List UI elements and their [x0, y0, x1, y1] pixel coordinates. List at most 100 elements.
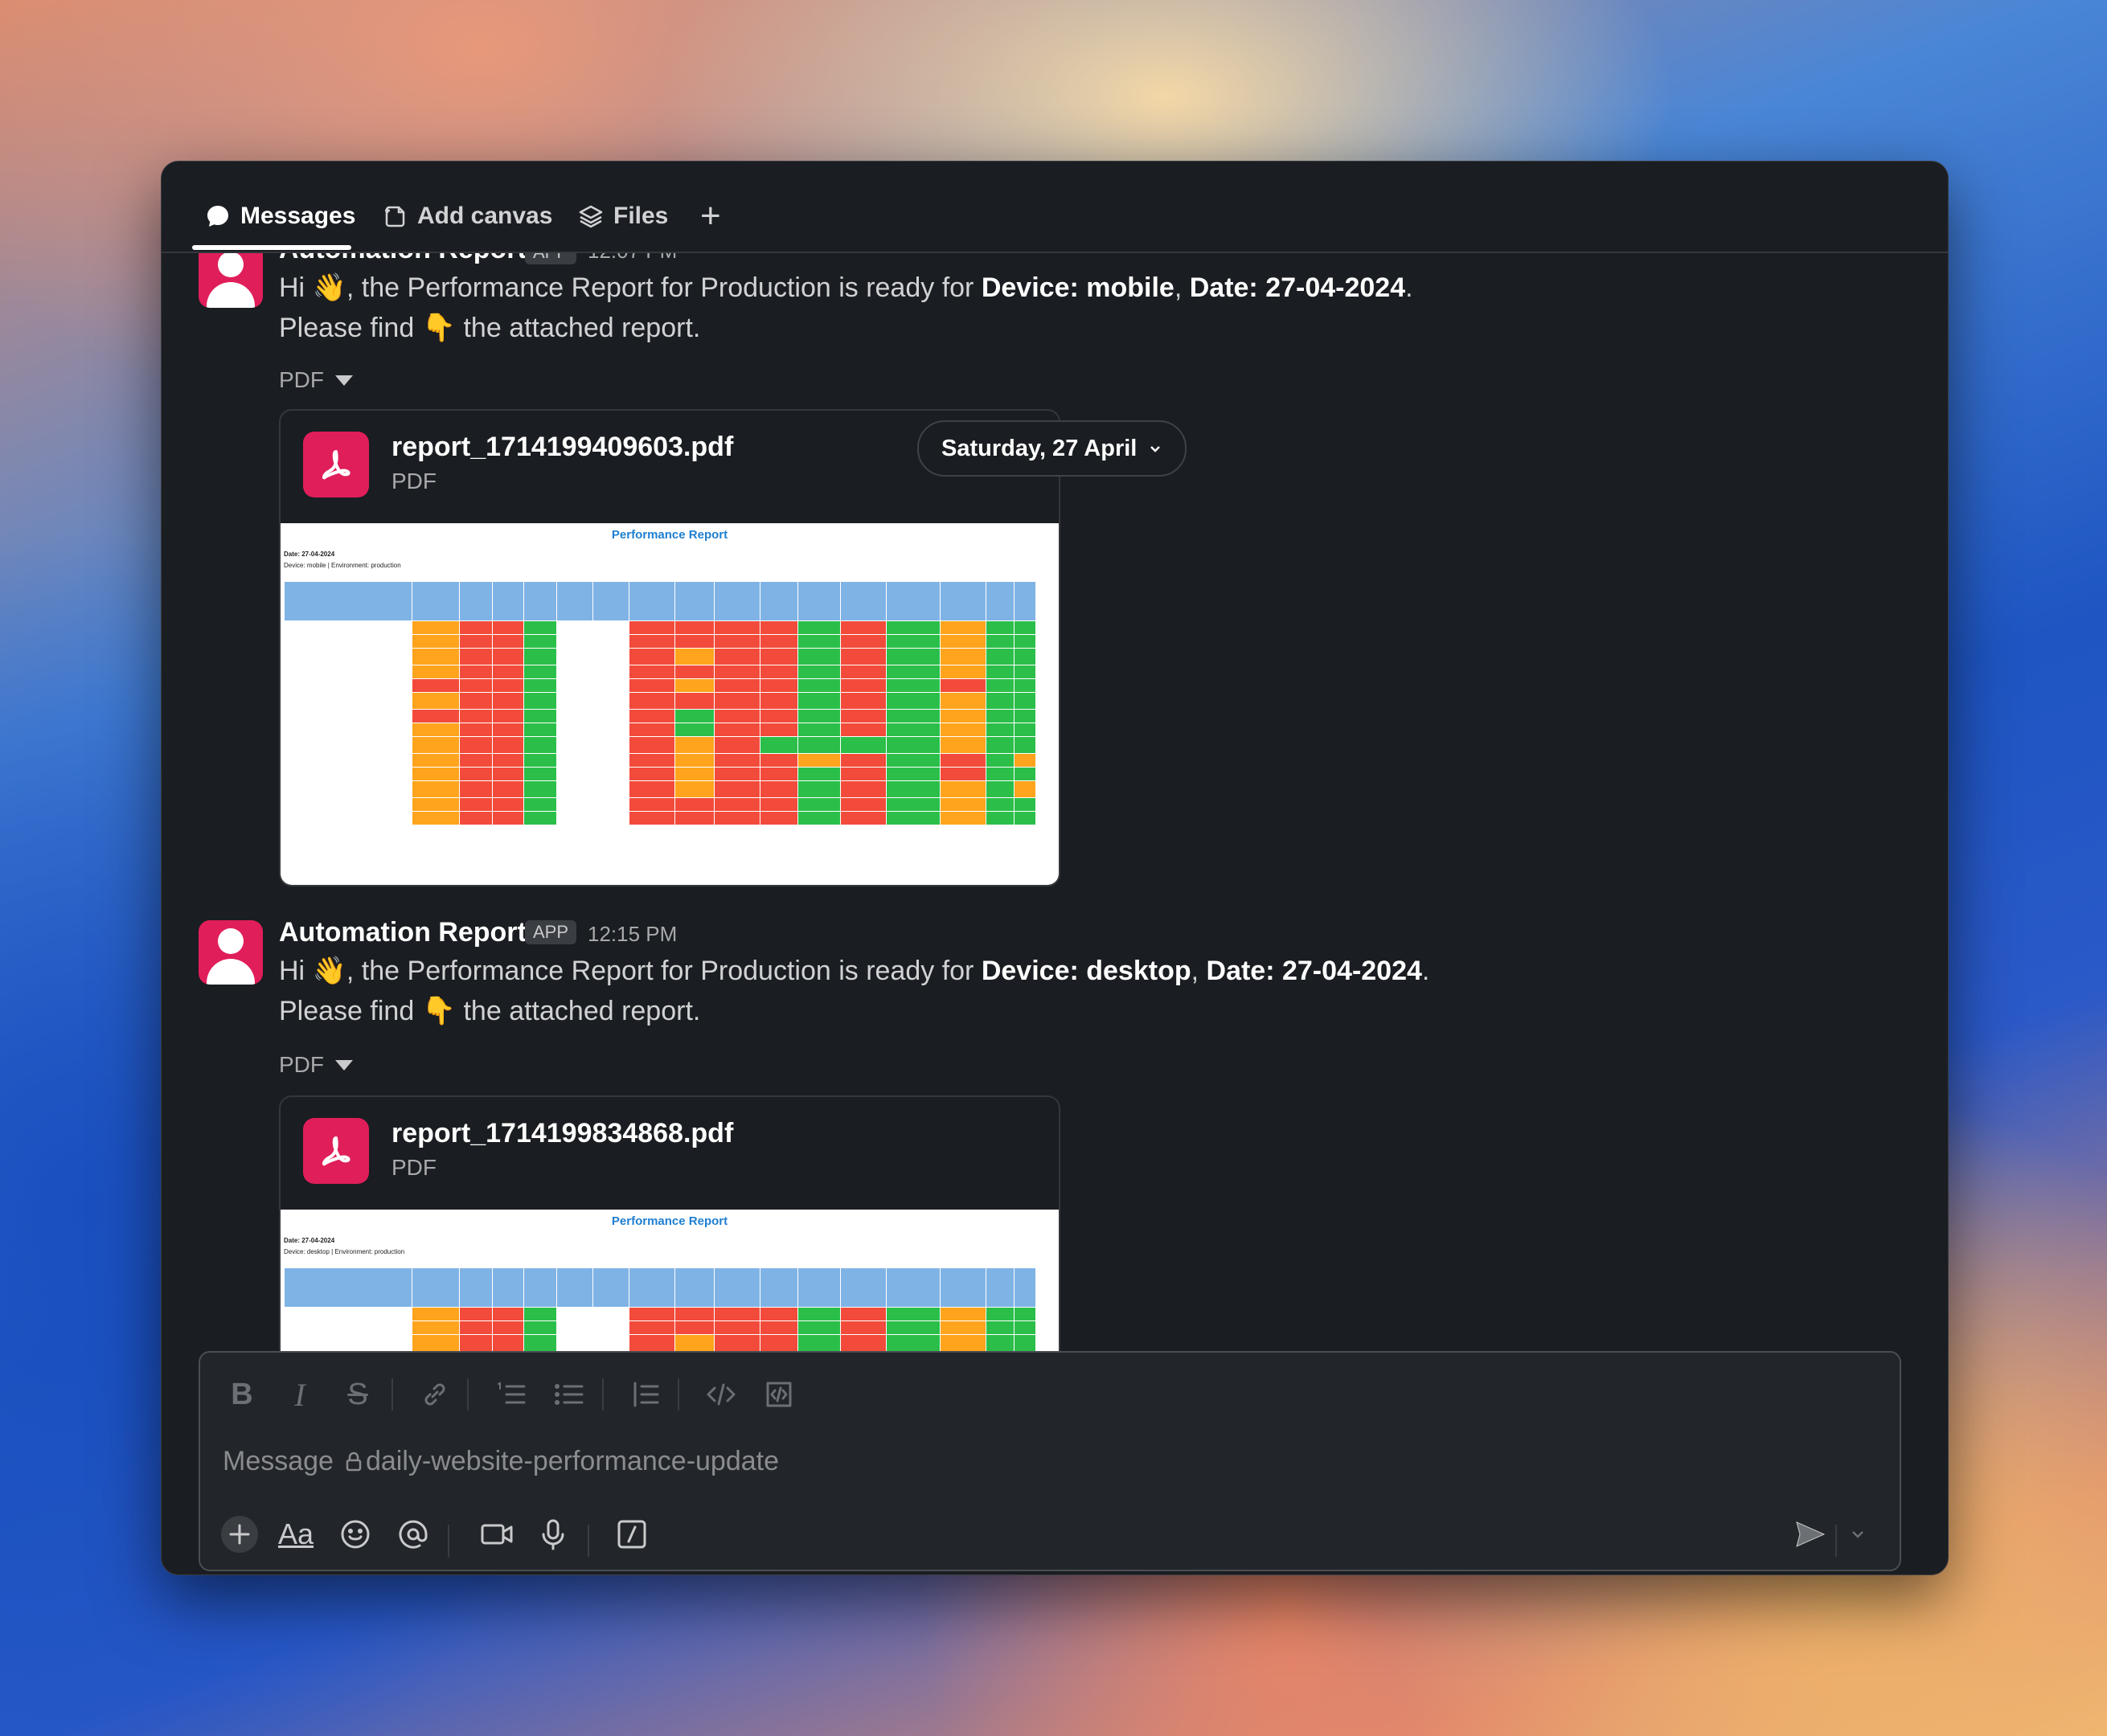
device-label: Device: mobile: [981, 272, 1174, 303]
attach-button[interactable]: [216, 1510, 263, 1558]
channel-name: daily-website-performance-update: [365, 1446, 780, 1476]
message-composer: B I S Message daily-website-performance-…: [199, 1351, 1901, 1571]
avatar[interactable]: [199, 252, 263, 308]
italic-icon: I: [294, 1376, 305, 1413]
bold-icon: B: [231, 1377, 253, 1411]
strikethrough-icon: S: [347, 1377, 368, 1411]
wave-emoji-icon: 👋: [312, 956, 346, 986]
date-label: Date: 27-04-2024: [1206, 956, 1422, 986]
date-label: Date: 27-04-2024: [1189, 272, 1406, 303]
ordered-list-button[interactable]: [488, 1372, 533, 1417]
video-clip-button[interactable]: [473, 1510, 520, 1558]
code-button[interactable]: [699, 1372, 744, 1417]
chevron-down-icon: [1852, 1531, 1863, 1538]
plus-circle-icon: [221, 1516, 258, 1553]
file-header: report_1714199834868.pdf PDF: [281, 1097, 1059, 1210]
file-type: PDF: [391, 1155, 437, 1180]
divider: [448, 1525, 449, 1557]
app-badge: APP: [525, 920, 577, 944]
file-name[interactable]: report_1714199834868.pdf: [391, 1118, 733, 1149]
file-type: PDF: [391, 469, 437, 493]
slash-icon: [617, 1520, 646, 1549]
message-input[interactable]: Message daily-website-performance-update: [223, 1446, 779, 1477]
message-time[interactable]: 12:15 PM: [588, 922, 677, 947]
channel-tab-bar: Messages Add canvas Files +: [162, 162, 1948, 253]
text-fragment: Please find: [279, 996, 415, 1026]
tab-label: Messages: [240, 203, 356, 229]
divider: [391, 1378, 393, 1410]
message-line-1: Hi 👋, the Performance Report for Product…: [279, 268, 1413, 308]
link-icon: [424, 1383, 445, 1406]
date-divider-button[interactable]: Saturday, 27 April: [917, 420, 1187, 477]
text-fragment: ,: [1174, 272, 1183, 303]
ordered-list-icon: [498, 1382, 526, 1404]
text-fragment: the attached report.: [463, 313, 701, 343]
bullet-list-icon: [555, 1384, 584, 1405]
tab-messages[interactable]: Messages: [205, 200, 355, 232]
mention-button[interactable]: [390, 1510, 437, 1558]
attachment-toggle[interactable]: PDF: [279, 367, 353, 393]
send-button[interactable]: [1787, 1510, 1834, 1558]
slash-command-button[interactable]: [609, 1510, 655, 1558]
message-author[interactable]: Automation Report: [279, 252, 527, 265]
text-fragment: Hi: [279, 956, 305, 986]
file-name[interactable]: report_1714199409603.pdf: [391, 432, 733, 463]
divider: [588, 1525, 589, 1557]
preview-date: Date: 27-04-2024: [284, 551, 335, 558]
message-line-2: Please find 👇 the attached report.: [279, 991, 700, 1031]
pdf-icon: [303, 1118, 369, 1184]
audio-clip-button[interactable]: [530, 1510, 576, 1558]
strikethrough-button[interactable]: S: [335, 1372, 380, 1417]
text-format-icon: Aa: [277, 1517, 314, 1550]
bullet-list-button[interactable]: [546, 1372, 591, 1417]
message-line-1: Hi 👋, the Performance Report for Product…: [279, 951, 1429, 991]
link-button[interactable]: [412, 1372, 457, 1417]
avatar[interactable]: [199, 920, 263, 985]
text-fragment: .: [1405, 272, 1413, 303]
preview-title: Performance Report: [611, 528, 728, 542]
send-icon: [1796, 1521, 1826, 1547]
placeholder-text: Message: [223, 1446, 334, 1476]
file-attachment[interactable]: report_1714199409603.pdf PDF Performance…: [279, 409, 1060, 886]
send-options-button[interactable]: [1840, 1510, 1875, 1558]
text-fragment: , the Performance Report for Production …: [346, 272, 974, 303]
code-icon: [707, 1383, 736, 1406]
tab-files[interactable]: Files: [578, 200, 668, 232]
plus-icon: +: [700, 196, 721, 235]
video-camera-icon: [481, 1524, 513, 1545]
device-label: Device: desktop: [981, 956, 1191, 986]
blockquote-button[interactable]: [623, 1372, 668, 1417]
add-tab-button[interactable]: +: [700, 196, 721, 235]
text-fragment: .: [1421, 956, 1430, 986]
pdf-preview[interactable]: Performance Report Date: 27-04-2024 Devi…: [281, 523, 1059, 885]
formatting-toggle-button[interactable]: Aa: [273, 1510, 319, 1558]
code-block-icon: [766, 1382, 792, 1407]
emoji-button[interactable]: [332, 1510, 379, 1558]
message-author[interactable]: Automation Report: [279, 917, 527, 948]
pointing-down-emoji-icon: 👇: [421, 313, 457, 343]
preview-device: Device: desktop | Environment: productio…: [284, 1248, 405, 1255]
message-time[interactable]: 12:07 PM: [588, 252, 677, 264]
caret-down-icon: [335, 1059, 353, 1071]
tab-add-canvas[interactable]: Add canvas: [382, 200, 552, 232]
italic-button[interactable]: I: [277, 1372, 322, 1417]
divider: [1835, 1525, 1837, 1557]
divider: [678, 1378, 679, 1410]
message-bubble-icon: [205, 203, 231, 229]
chevron-down-icon: [1148, 436, 1162, 462]
text-fragment: , the Performance Report for Production …: [346, 956, 974, 986]
tab-label: Add canvas: [417, 203, 553, 229]
attachment-toggle[interactable]: PDF: [279, 1052, 353, 1078]
app-badge: APP: [525, 252, 577, 264]
preview-date: Date: 27-04-2024: [284, 1237, 335, 1244]
message-line-2: Please find 👇 the attached report.: [279, 308, 700, 348]
preview-table: [284, 581, 1036, 825]
caret-down-icon: [335, 375, 353, 386]
tab-label: Files: [613, 203, 669, 229]
pdf-icon: [303, 432, 369, 497]
lock-icon: [345, 1451, 363, 1472]
at-sign-icon: [399, 1520, 428, 1549]
code-block-button[interactable]: [756, 1372, 801, 1417]
bold-button[interactable]: B: [219, 1372, 264, 1417]
attachment-label: PDF: [279, 367, 324, 392]
